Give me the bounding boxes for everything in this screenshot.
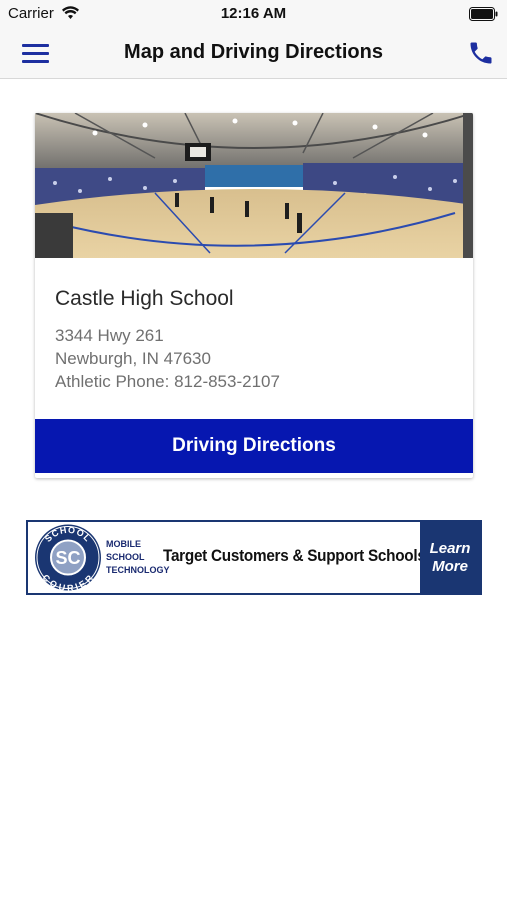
address-line-1: 3344 Hwy 261 bbox=[55, 326, 164, 345]
ad-tagline: MOBILE SCHOOL TECHNOLOGY bbox=[106, 539, 170, 575]
ad-headline: Target Customers & Support Schools bbox=[163, 546, 426, 565]
nav-bar: Map and Driving Directions bbox=[0, 28, 507, 79]
battery-icon bbox=[469, 7, 498, 21]
driving-directions-button[interactable]: Driving Directions bbox=[35, 419, 473, 473]
phone-icon[interactable] bbox=[467, 39, 495, 67]
page-title: Map and Driving Directions bbox=[124, 41, 383, 63]
school-card: Castle High School 3344 Hwy 261 Newburgh… bbox=[35, 113, 473, 478]
ad-banner[interactable]: SCHOOL COURIER SC MOBILE SCHOOL TECHNOLO… bbox=[26, 520, 482, 595]
learn-more-button[interactable]: Learn More bbox=[420, 522, 480, 593]
athletic-phone: Athletic Phone: 812-853-2107 bbox=[55, 372, 280, 391]
school-courier-logo: SCHOOL COURIER SC bbox=[35, 524, 101, 592]
address-line-2: Newburgh, IN 47630 bbox=[55, 349, 211, 368]
school-name: Castle High School bbox=[55, 287, 234, 310]
gym-photo bbox=[35, 113, 473, 258]
status-bar: Carrier 12:16 AM bbox=[0, 0, 507, 28]
status-time: 12:16 AM bbox=[220, 5, 287, 22]
svg-text:SC: SC bbox=[55, 548, 80, 568]
